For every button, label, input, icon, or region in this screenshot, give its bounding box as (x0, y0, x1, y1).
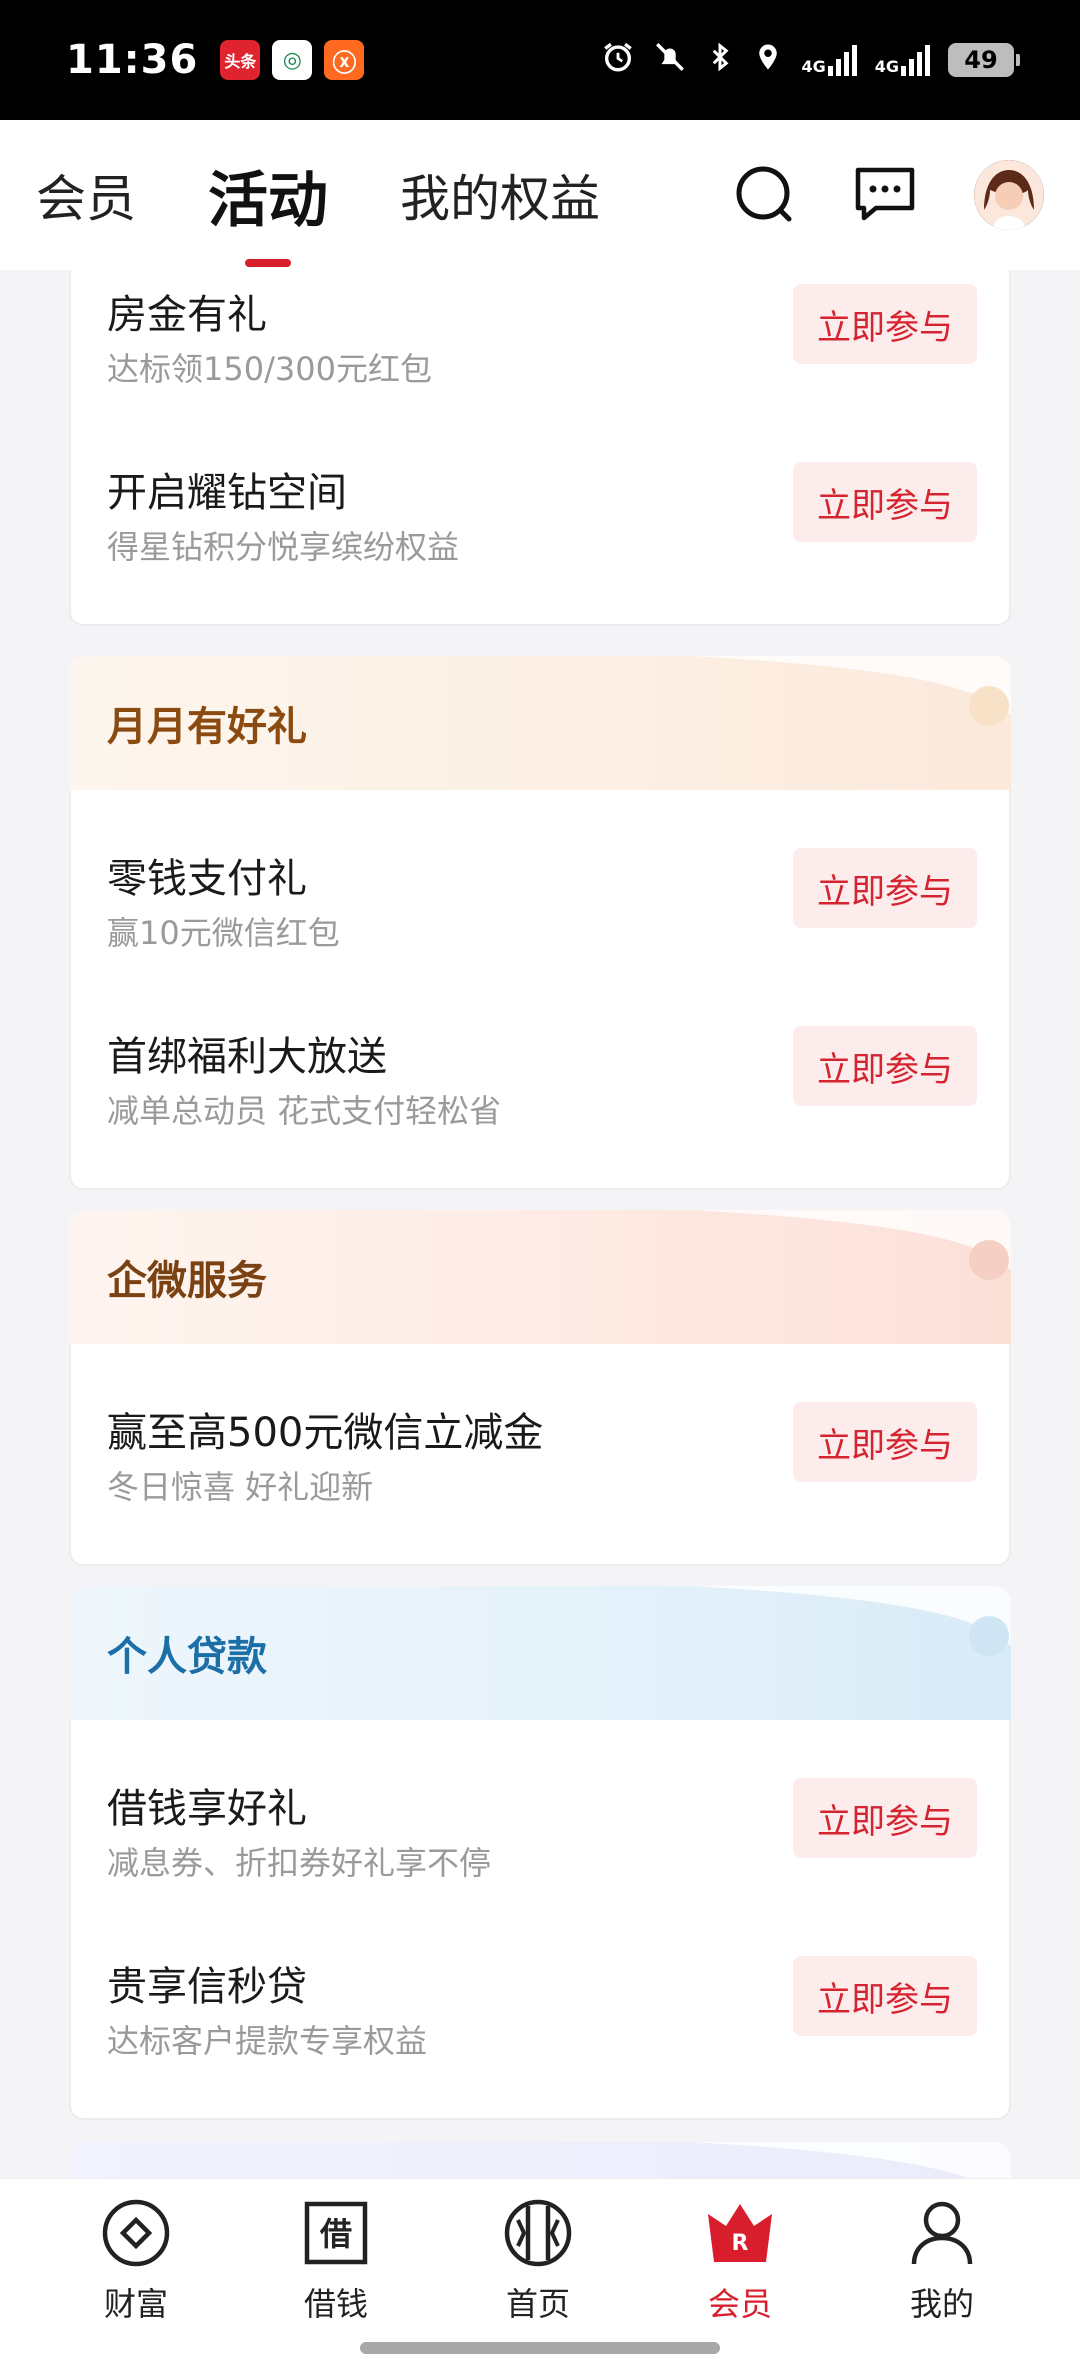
item-title: 赢至高500元微信立减金 (107, 1410, 544, 1456)
item-desc: 达标客户提款专享权益 (107, 2022, 428, 2060)
search-icon[interactable] (734, 164, 796, 226)
page-curl-decoration (691, 1210, 1011, 1280)
section-card: 借钱享好礼 减息券、折扣券好礼享不停 立即参与 贵享信秒贷 达标客户提款专享权益… (69, 1720, 1011, 2120)
status-bar: 11:36 头条 ◎ ⓧ 4G 4G 49 (0, 0, 1080, 120)
list-item[interactable]: 赢至高500元微信立减金 冬日惊喜 好礼迎新 立即参与 (71, 1380, 1013, 1540)
status-app-icons: 头条 ◎ ⓧ (220, 40, 365, 80)
wealth-icon (100, 2197, 172, 2269)
nav-label: 首页 (505, 2285, 570, 2323)
tab-member[interactable]: 会员 (36, 159, 136, 231)
section-card: 零钱支付礼 赢10元微信红包 立即参与 首绑福利大放送 减单总动员 花式支付轻松… (69, 790, 1011, 1190)
section-header-monthly-gifts: 月月有好礼 (69, 656, 1011, 790)
message-icon[interactable] (854, 164, 916, 226)
item-title: 借钱享好礼 (107, 1786, 307, 1832)
nav-profile[interactable]: 我的 (862, 2197, 1022, 2327)
nav-label: 财富 (103, 2285, 168, 2323)
signal-bars-icon (827, 44, 857, 76)
borrow-icon: 借 (300, 2197, 372, 2269)
nav-borrow[interactable]: 借 借钱 (256, 2197, 416, 2327)
page-curl-decoration (691, 656, 1011, 726)
toutiao-app-icon: 头条 (220, 40, 261, 80)
list-item[interactable]: 贵享信秒贷 达标客户提款专享权益 立即参与 (71, 1934, 1013, 2094)
item-desc: 冬日惊喜 好礼迎新 (107, 1468, 374, 1506)
tab-my-benefits[interactable]: 我的权益 (400, 159, 600, 231)
page-curl-decoration (691, 2142, 1011, 2178)
section-card: 赢至高500元微信立减金 冬日惊喜 好礼迎新 立即参与 (69, 1344, 1011, 1566)
list-item[interactable]: 借钱享好礼 减息券、折扣券好礼享不停 立即参与 (71, 1756, 1013, 1916)
list-item[interactable]: 开启耀钻空间 得星钻积分悦享缤纷权益 立即参与 (71, 440, 1013, 600)
network-type-label: 4G (801, 57, 826, 76)
member-crown-icon: R (704, 2197, 776, 2269)
mute-icon (653, 40, 687, 80)
nav-label: 会员 (707, 2285, 772, 2323)
top-header: 会员 活动 我的权益 (0, 120, 1080, 270)
join-button[interactable]: 立即参与 (793, 848, 977, 928)
section-header-personal-loan: 个人贷款 (69, 1586, 1011, 1720)
section-header-wecom-service: 企微服务 (69, 1210, 1011, 1344)
item-title: 贵享信秒贷 (107, 1964, 307, 2010)
join-button[interactable]: 立即参与 (793, 1956, 977, 2036)
nav-home[interactable]: 首页 (458, 2197, 618, 2327)
join-button[interactable]: 立即参与 (793, 1402, 977, 1482)
list-item[interactable]: 首绑福利大放送 减单总动员 花式支付轻松省 立即参与 (71, 1004, 1013, 1164)
activity-list[interactable]: 房金有礼 达标领150/300元红包 立即参与 开启耀钻空间 得星钻积分悦享缤纷… (36, 270, 1044, 2178)
profile-icon (906, 2197, 978, 2269)
svg-text:借: 借 (319, 2215, 352, 2253)
location-icon (753, 40, 783, 80)
item-desc: 减单总动员 花式支付轻松省 (107, 1092, 502, 1130)
home-indicator[interactable] (360, 2342, 720, 2354)
list-item[interactable]: 零钱支付礼 赢10元微信红包 立即参与 (71, 826, 1013, 986)
top-card: 房金有礼 达标领150/300元红包 立即参与 开启耀钻空间 得星钻积分悦享缤纷… (69, 270, 1011, 626)
join-button[interactable]: 立即参与 (793, 1778, 977, 1858)
join-button[interactable]: 立即参与 (793, 284, 977, 364)
alarm-icon (601, 40, 635, 80)
page-curl-decoration (691, 1586, 1011, 1656)
join-button[interactable]: 立即参与 (793, 1026, 977, 1106)
avatar[interactable] (974, 160, 1044, 230)
item-title: 零钱支付礼 (107, 856, 307, 902)
tab-activity[interactable]: 活动 (208, 152, 328, 239)
item-title: 首绑福利大放送 (107, 1034, 387, 1080)
home-icon (502, 2197, 574, 2269)
item-desc: 减息券、折扣券好礼享不停 (107, 1844, 492, 1882)
status-time: 11:36 (66, 37, 199, 83)
join-button[interactable]: 立即参与 (793, 462, 977, 542)
list-item[interactable]: 房金有礼 达标领150/300元红包 立即参与 (71, 270, 1013, 422)
section-title: 个人贷款 (107, 1634, 267, 1680)
signal-bars-icon (901, 44, 930, 76)
item-desc: 得星钻积分悦享缤纷权益 (107, 528, 460, 566)
nav-member[interactable]: R 会员 (660, 2197, 820, 2327)
svg-text:R: R (732, 2231, 749, 2256)
bluetooth-icon (705, 40, 735, 80)
section-header-next (69, 2142, 1011, 2178)
mobile-app-icon: ◎ (272, 40, 313, 80)
item-title: 开启耀钻空间 (107, 470, 347, 516)
nav-label: 借钱 (303, 2285, 368, 2323)
orange-app-icon: ⓧ (324, 40, 365, 80)
signal-2: 4G (875, 44, 930, 76)
item-desc: 达标领150/300元红包 (107, 350, 432, 388)
network-type-label: 4G (874, 57, 899, 76)
item-desc: 赢10元微信红包 (107, 914, 340, 952)
battery-icon: 49 (948, 43, 1020, 77)
nav-label: 我的 (909, 2285, 974, 2323)
signal-1: 4G (801, 44, 857, 76)
item-title: 房金有礼 (107, 292, 267, 338)
nav-wealth[interactable]: 财富 (56, 2197, 216, 2327)
section-title: 月月有好礼 (107, 704, 307, 750)
section-title: 企微服务 (107, 1258, 267, 1304)
